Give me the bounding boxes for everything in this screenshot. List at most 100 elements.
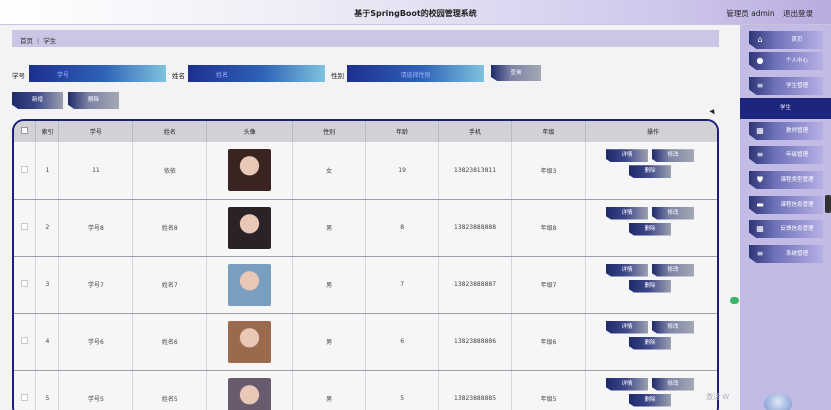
xingbie-select[interactable]: 请选择性别 xyxy=(347,65,484,82)
row-select-cell xyxy=(14,313,37,371)
sidebar-item-4[interactable]: ▦ 教师管理 xyxy=(749,122,823,140)
breadcrumb: 首页 | 学生 xyxy=(12,30,719,47)
row-delete-button[interactable]: 删除 xyxy=(628,336,671,350)
col-header: 性别 xyxy=(292,121,367,142)
col-header: 学号 xyxy=(58,121,134,142)
home-icon: ⌂ xyxy=(757,35,763,44)
edit-button[interactable]: 修改 xyxy=(651,377,694,391)
table-row: 5 学号5 姓名5 男 5 13823888885 年级5 详情 修改 删除 xyxy=(14,370,717,410)
row-select-cell xyxy=(14,370,37,410)
row-delete-button[interactable]: 删除 xyxy=(628,165,671,179)
sidebar-item-2[interactable]: ≡ 学生管理 xyxy=(749,77,823,95)
phone-cell: 13823888886 xyxy=(438,313,513,371)
row-actions: 详情 修改删除 xyxy=(589,320,717,363)
shield-icon: ⛊ xyxy=(757,175,763,184)
xuehao-cell: 学号5 xyxy=(58,370,134,410)
row-delete-button[interactable]: 删除 xyxy=(628,279,671,293)
detail-button[interactable]: 详情 xyxy=(605,320,648,334)
phone-cell: 13823888888 xyxy=(438,199,513,257)
row-actions: 详情 修改删除 xyxy=(589,263,717,306)
ops-cell: 详情 修改删除 xyxy=(585,256,717,314)
edit-button[interactable]: 修改 xyxy=(651,263,694,277)
grade-cell: 年级3 xyxy=(511,142,586,200)
row-delete-button[interactable]: 删除 xyxy=(628,393,671,407)
avatar xyxy=(228,149,272,192)
col-header: 年级 xyxy=(511,121,586,142)
app-title: 基于SpringBoot的校园管理系统 xyxy=(354,9,477,18)
row-select-cell xyxy=(14,199,37,257)
assistant-icon[interactable] xyxy=(764,393,792,410)
age-cell: 8 xyxy=(365,199,440,257)
sidebar-item-5[interactable]: ≡ 年级管理 xyxy=(749,146,823,164)
sidebar-item-1[interactable]: ● 个人中心 xyxy=(749,52,823,70)
edit-button[interactable]: 修改 xyxy=(651,320,694,334)
row-delete-button[interactable]: 删除 xyxy=(628,222,671,236)
row-checkbox[interactable] xyxy=(21,280,29,287)
avatar-cell xyxy=(206,256,294,314)
sidebar-item-8[interactable]: ▦ 反馈信息管理 xyxy=(749,220,823,238)
student-table: 索引 学号 姓名 头像 性别 年龄 手机 年级 操作 1 11 依依女 19 13823… xyxy=(12,119,719,410)
sidebar-item-label: 个人中心 xyxy=(785,58,808,64)
avatar-cell xyxy=(206,370,294,410)
detail-button[interactable]: 详情 xyxy=(605,377,648,391)
col-header: 操作 xyxy=(585,121,717,142)
col-header: 头像 xyxy=(206,121,294,142)
sidebar: ⌂ 首页 ● 个人中心 ≡ 学生管理 学生 ▦ 教师管理 ≡ 年级管理 ⛊ 课程类型管理 ▬ 课程信息管理 ▦… xyxy=(740,25,831,410)
avatar-cell xyxy=(206,199,294,257)
add-button[interactable]: 新增 xyxy=(12,92,63,109)
detail-button[interactable]: 详情 xyxy=(605,263,648,277)
menu-icon: ≡ xyxy=(756,81,764,90)
grade-cell: 年级7 xyxy=(511,256,586,314)
scroll-handle[interactable] xyxy=(825,195,831,213)
name-cell: 姓名8 xyxy=(132,199,208,257)
row-select-cell xyxy=(14,256,37,314)
delete-button[interactable]: 删除 xyxy=(68,92,119,109)
edit-button[interactable]: 修改 xyxy=(651,206,694,220)
table-header: 索引 学号 姓名 头像 性别 年龄 手机 年级 操作 xyxy=(14,121,717,142)
sidebar-item-label: 学生 xyxy=(779,105,791,111)
edit-button[interactable]: 修改 xyxy=(651,149,694,163)
table-row: 4 学号6 姓名6 男 6 13823888886 年级6 详情 修改 删除 xyxy=(14,313,717,371)
row-actions: 详情 修改删除 xyxy=(589,206,717,249)
sidebar-item-label: 课程信息管理 xyxy=(780,202,814,208)
phone-cell: 13823888885 xyxy=(438,370,513,410)
index-cell: 2 xyxy=(35,199,60,257)
xuehao-input[interactable]: 学号 xyxy=(29,65,166,82)
sidebar-item-3[interactable]: 学生 xyxy=(740,98,831,119)
row-checkbox[interactable] xyxy=(21,337,29,344)
phone-cell: 13823813811 xyxy=(438,142,513,200)
gender-cell: 男 xyxy=(292,313,367,371)
top-bar: 基于SpringBoot的校园管理系统 管理员 admin 退出登录 xyxy=(0,0,831,25)
avatar xyxy=(228,263,272,306)
sidebar-item-0[interactable]: ⌂ 首页 xyxy=(749,31,823,49)
breadcrumb-home[interactable]: 首页 xyxy=(20,37,33,45)
index-cell: 3 xyxy=(35,256,60,314)
grade-cell: 年级6 xyxy=(511,313,586,371)
detail-button[interactable]: 详情 xyxy=(605,206,648,220)
ops-cell: 详情 修改删除 xyxy=(585,142,717,200)
row-checkbox[interactable] xyxy=(21,165,29,173)
table-row: 3 学号7 姓名7 男 7 13823888887 年级7 详情 修改 删除 xyxy=(14,256,717,314)
grid-icon: ▦ xyxy=(756,126,764,135)
col-header: 年龄 xyxy=(365,121,440,142)
xingming-input[interactable]: 姓名 xyxy=(188,65,325,82)
detail-button[interactable]: 详情 xyxy=(605,149,648,163)
sidebar-item-9[interactable]: ≡ 系统管理 xyxy=(749,245,823,263)
sidebar-item-7[interactable]: ▬ 课程信息管理 xyxy=(749,196,823,214)
row-select-cell xyxy=(14,142,37,200)
sidebar-item-6[interactable]: ⛊ 课程类型管理 xyxy=(749,171,823,189)
row-checkbox[interactable] xyxy=(21,394,29,401)
sidebar-item-label: 年级管理 xyxy=(785,152,808,158)
avatar xyxy=(228,206,272,249)
index-cell: 4 xyxy=(35,313,60,371)
search-button[interactable]: 查询 xyxy=(491,65,541,81)
select-all-checkbox[interactable] xyxy=(21,127,29,134)
name-cell: 姓名6 xyxy=(132,313,208,371)
gender-cell: 女 xyxy=(292,142,367,200)
xuehao-label: 学号 xyxy=(12,72,25,80)
folder-icon: ▬ xyxy=(756,200,764,209)
sidebar-item-label: 反馈信息管理 xyxy=(780,226,814,232)
xuehao-cell: 学号8 xyxy=(58,199,134,257)
logout-link[interactable]: 退出登录 xyxy=(783,9,813,18)
row-checkbox[interactable] xyxy=(21,223,29,230)
